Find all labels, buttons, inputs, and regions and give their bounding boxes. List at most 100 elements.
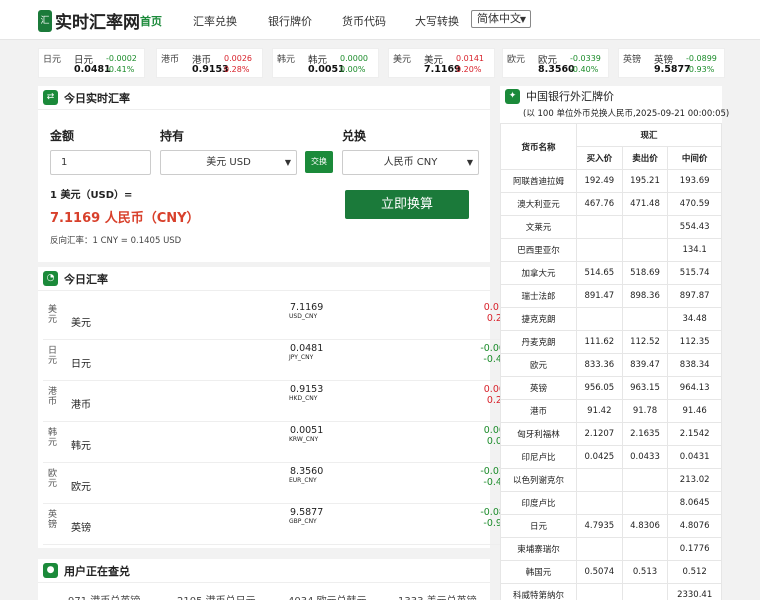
flag-icon: 港币 bbox=[48, 387, 58, 407]
site-logo[interactable]: 汇 实时汇率网 bbox=[38, 8, 140, 33]
rate-row[interactable]: 欧元欧元8.3560EUR_CNY-0.0339-0.40% bbox=[43, 463, 523, 504]
bank-rates-table: 货币名称 现汇 买入价 卖出价 中间价 阿联酋迪拉姆 192.49 195.21 19… bbox=[500, 123, 722, 600]
language-select[interactable]: 简体中文 ▼ bbox=[471, 10, 531, 28]
buy-price: 467.76 bbox=[576, 192, 623, 216]
top-header: 汇 实时汇率网 首页 汇率兑换 银行牌价 货币代码 大写转换 简体中文 ▼ bbox=[0, 0, 760, 40]
rate-row[interactable]: 英镑英镑9.5877GBP_CNY-0.0899-0.93% bbox=[43, 504, 523, 545]
table-row: 以色列谢克尔 213.02 bbox=[500, 468, 722, 492]
to-currency-select[interactable]: 人民币 CNY ▼ bbox=[342, 150, 479, 175]
ticker-item[interactable]: 韩元 韩元 0.0051 0.0000 0.00% bbox=[272, 48, 379, 78]
viewing-header: ● 用户正在查兑 bbox=[38, 559, 490, 583]
table-row: 科威特第纳尔 2330.41 bbox=[500, 583, 722, 600]
viewing-item[interactable]: 4034 欧元兑韩元 bbox=[288, 592, 367, 600]
mid-price: 2330.41 bbox=[667, 583, 722, 600]
sell-price: 4.8306 bbox=[621, 514, 669, 538]
rate-value: 8.3560 bbox=[290, 466, 324, 477]
today-rates-panel: ◔ 今日汇率 美元美元7.1169USD_CNY0.01410.20%日元日元0… bbox=[38, 267, 523, 548]
currency-name: 丹麦克朗 bbox=[500, 330, 577, 354]
table-row: 印尼卢比 0.0425 0.0433 0.0431 bbox=[500, 445, 722, 469]
rate-row[interactable]: 港币港币0.9153HKD_CNY0.00260.28% bbox=[43, 381, 523, 422]
pair-code: EUR_CNY bbox=[289, 477, 317, 484]
pair-code: JPY_CNY bbox=[289, 354, 314, 361]
table-row: 巴西里亚尔 134.1 bbox=[500, 238, 722, 262]
ticker-item[interactable]: 美元 美元 7.1169 0.0141 0.20% bbox=[388, 48, 495, 78]
table-row: 欧元 833.36 839.47 838.34 bbox=[500, 353, 722, 377]
viewing-item[interactable]: 2105 港币兑日元 bbox=[177, 592, 256, 600]
swap-button[interactable]: 交换 bbox=[305, 151, 333, 173]
buy-price bbox=[576, 307, 623, 331]
converter-title: 今日实时汇率 bbox=[64, 91, 130, 105]
nav-currency-codes[interactable]: 货币代码 bbox=[342, 13, 386, 29]
viewing-item[interactable]: 971 港币兑英镑 bbox=[68, 592, 140, 600]
ticker-item[interactable]: 欧元 欧元 8.3560 -0.0339 -0.40% bbox=[502, 48, 609, 78]
currency-name: 韩元 bbox=[71, 441, 91, 452]
logo-icon: 汇 bbox=[38, 9, 52, 32]
pair-code: USD_CNY bbox=[289, 313, 318, 320]
currency-name: 英镑 bbox=[500, 376, 577, 400]
currency-name: 澳大利亚元 bbox=[500, 192, 577, 216]
sell-price bbox=[621, 307, 669, 331]
reverse-rate: 反向汇率：1 CNY = 0.1405 USD bbox=[50, 236, 182, 246]
sell-price bbox=[621, 215, 669, 239]
ticker-item[interactable]: 英镑 英镑 9.5877 -0.0899 -0.93% bbox=[618, 48, 725, 78]
mid-price: 213.02 bbox=[667, 468, 722, 492]
mid-price: 0.0431 bbox=[667, 445, 722, 469]
rate-value: 0.9153 bbox=[290, 384, 324, 395]
ticker-change: -0.0899 bbox=[686, 54, 717, 63]
currency-name: 英镑 bbox=[71, 523, 91, 534]
flag-icon: 英镑 bbox=[48, 510, 58, 530]
rate-row[interactable]: 韩元韩元0.0051KRW_CNY0.00000.00% bbox=[43, 422, 523, 463]
ticker-percent: 0.28% bbox=[224, 65, 250, 74]
bank-icon: ✦ bbox=[505, 88, 520, 104]
currency-name: 韩国元 bbox=[500, 560, 577, 584]
result-line-2: 7.1169 人民币（CNY） bbox=[50, 211, 200, 226]
rate-value: 7.1169 bbox=[290, 302, 324, 313]
mid-price: 470.59 bbox=[667, 192, 722, 216]
currency-name: 巴西里亚尔 bbox=[500, 238, 577, 262]
mid-price: 34.48 bbox=[667, 307, 722, 331]
rate-row[interactable]: 美元美元7.1169USD_CNY0.01410.20% bbox=[43, 299, 523, 340]
col-currency-name: 货币名称 bbox=[500, 123, 577, 170]
converter-panel: ⇄ 今日实时汇率 金额 持有 兑换 1 美元 USD ▼ 交换 人民币 CNY … bbox=[38, 86, 490, 262]
mid-price: 91.46 bbox=[667, 399, 722, 423]
today-rates-header: ◔ 今日汇率 bbox=[38, 267, 490, 291]
sell-price: 91.78 bbox=[621, 399, 669, 423]
mid-price: 897.87 bbox=[667, 284, 722, 308]
from-currency-select[interactable]: 美元 USD ▼ bbox=[160, 150, 297, 175]
mid-price: 4.8076 bbox=[667, 514, 722, 538]
bank-rates-title: 中国银行外汇牌价 bbox=[526, 90, 614, 103]
amount-input[interactable]: 1 bbox=[50, 150, 151, 175]
exchange-label: 兑换 bbox=[342, 129, 367, 143]
currency-name: 阿联酋迪拉姆 bbox=[500, 169, 577, 193]
buy-price: 2.1207 bbox=[576, 422, 623, 446]
currency-name: 欧元 bbox=[71, 482, 91, 493]
mid-price: 0.1776 bbox=[667, 537, 722, 561]
nav-capital-convert[interactable]: 大写转换 bbox=[415, 13, 459, 29]
buy-price: 4.7935 bbox=[576, 514, 623, 538]
ticker-item[interactable]: 港币 港币 0.9153 0.0026 0.28% bbox=[156, 48, 263, 78]
mid-price: 0.512 bbox=[667, 560, 722, 584]
mid-price: 193.69 bbox=[667, 169, 722, 193]
pair-code: KRW_CNY bbox=[289, 436, 319, 443]
currency-name: 港币 bbox=[71, 400, 91, 411]
table-row: 捷克克朗 34.48 bbox=[500, 307, 722, 331]
nav-exchange[interactable]: 汇率兑换 bbox=[193, 13, 237, 29]
sell-price bbox=[621, 583, 669, 600]
nav-home[interactable]: 首页 bbox=[140, 13, 162, 29]
ticker-item[interactable]: 日元 日元 0.0481 -0.0002 -0.41% bbox=[38, 48, 145, 78]
rate-row[interactable]: 日元日元0.0481JPY_CNY-0.0002-0.41% bbox=[43, 340, 523, 381]
table-row: 瑞士法郎 891.47 898.36 897.87 bbox=[500, 284, 722, 308]
sell-price: 195.21 bbox=[621, 169, 669, 193]
ticker-change: -0.0002 bbox=[106, 54, 137, 63]
currency-name: 日元 bbox=[71, 359, 91, 370]
buy-price bbox=[576, 537, 623, 561]
viewing-item[interactable]: 1333 美元兑英镑 bbox=[398, 592, 477, 600]
flag-icon: 欧元 bbox=[48, 469, 58, 489]
flag-icon: 日元 bbox=[43, 55, 62, 65]
result-line-1: 1 美元（USD）= bbox=[50, 190, 133, 201]
convert-button[interactable]: 立即换算 bbox=[345, 190, 469, 219]
currency-name: 加拿大元 bbox=[500, 261, 577, 285]
chevron-down-icon: ▼ bbox=[466, 158, 473, 167]
nav-bank-rates[interactable]: 银行牌价 bbox=[268, 13, 312, 29]
rate-value: 0.0051 bbox=[290, 425, 324, 436]
